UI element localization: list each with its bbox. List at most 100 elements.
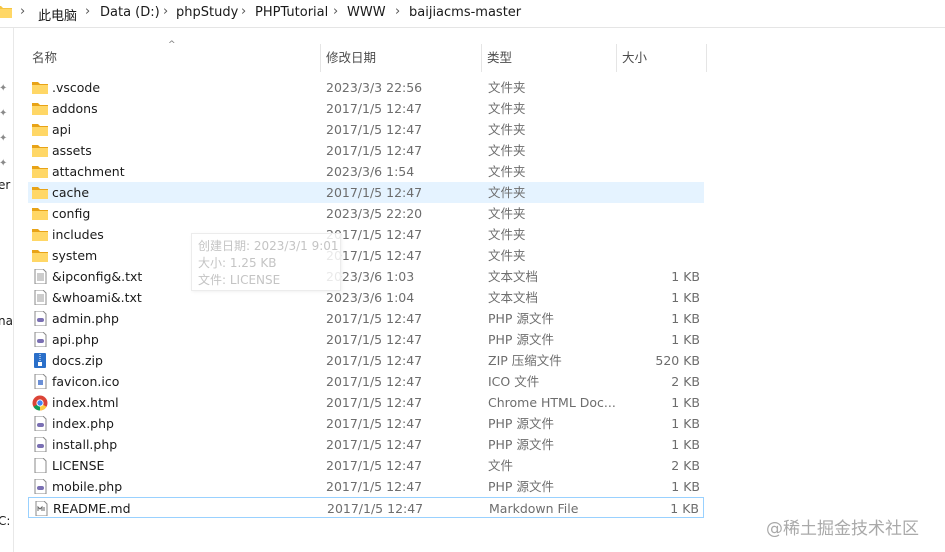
pin-icon[interactable]: ✦ — [0, 159, 9, 169]
file-row[interactable]: index.html 2017/1/5 12:47 Chrome HTML Doc.… — [28, 392, 704, 413]
text-file-icon — [32, 268, 48, 285]
file-row[interactable]: README.md 2017/1/5 12:47 Markdown File 1 KB — [28, 497, 704, 518]
file-type: 文件夹 — [488, 206, 526, 221]
file-row[interactable]: &ipconfig&.txt 2023/3/6 1:03 文本文档 1 KB — [28, 266, 704, 287]
file-size — [620, 161, 700, 182]
file-size: 2 KB — [671, 458, 700, 473]
file-row[interactable]: api.php 2017/1/5 12:47 PHP 源文件 1 KB — [28, 329, 704, 350]
file-name: config — [52, 206, 91, 221]
file-row[interactable]: &whoami&.txt 2023/3/6 1:04 文本文档 1 KB — [28, 287, 704, 308]
breadcrumb-phptutorial[interactable]: PHPTutorial — [255, 5, 328, 20]
column-divider[interactable] — [616, 44, 617, 72]
file-modified-date: 2017/1/5 12:47 — [326, 416, 423, 431]
column-divider[interactable] — [320, 44, 321, 72]
file-row[interactable]: admin.php 2017/1/5 12:47 PHP 源文件 1 KB — [28, 308, 704, 329]
file-row[interactable]: favicon.ico 2017/1/5 12:47 ICO 文件 2 KB — [28, 371, 704, 392]
folder-icon — [32, 248, 48, 263]
chrome-icon — [32, 395, 48, 411]
breadcrumb-chevron-icon: › — [333, 4, 339, 19]
breadcrumb-chevron-icon: › — [20, 4, 26, 19]
file-size — [620, 224, 700, 245]
file-name: admin.php — [52, 311, 119, 326]
breadcrumb-baijiacms-master[interactable]: baijiacms-master — [409, 5, 521, 20]
pin-icon[interactable]: ✦ — [0, 84, 9, 94]
file-modified-date: 2017/1/5 12:47 — [326, 185, 423, 200]
column-divider[interactable] — [706, 44, 707, 72]
file-size — [620, 77, 700, 98]
column-header-type[interactable]: 类型 — [483, 44, 615, 72]
file-row[interactable]: .vscode 2023/3/3 22:56 文件夹 — [28, 77, 704, 98]
breadcrumb-data-drive[interactable]: Data (D:) — [100, 5, 160, 20]
php-file-icon — [32, 478, 48, 495]
php-file-icon — [32, 436, 48, 453]
file-size — [620, 245, 700, 266]
nav-item-partial[interactable]: na — [0, 314, 13, 328]
file-size: 520 KB — [655, 353, 700, 368]
pin-icon[interactable]: ✦ — [0, 109, 9, 119]
file-name: system — [52, 248, 98, 263]
file-type: PHP 源文件 — [488, 311, 554, 326]
folder-icon — [32, 185, 48, 200]
address-bar[interactable]: › 此电脑 › Data (D:) › phpStudy › PHPTutori… — [0, 0, 945, 28]
file-row[interactable]: addons 2017/1/5 12:47 文件夹 — [28, 98, 704, 119]
folder-icon — [32, 164, 48, 179]
file-modified-date: 2017/1/5 12:47 — [326, 122, 423, 137]
file-name: addons — [52, 101, 98, 116]
file-row[interactable]: install.php 2017/1/5 12:47 PHP 源文件 1 KB — [28, 434, 704, 455]
breadcrumb-chevron-icon: › — [85, 4, 91, 19]
folder-icon — [32, 206, 48, 221]
column-header-size[interactable]: 大小 — [618, 44, 706, 72]
file-row[interactable]: system 2017/1/5 12:47 文件夹 — [28, 245, 704, 266]
column-divider[interactable] — [481, 44, 482, 72]
file-type: 文本文档 — [488, 269, 539, 284]
breadcrumb-this-pc[interactable]: 此电脑 — [38, 5, 77, 24]
file-row[interactable]: mobile.php 2017/1/5 12:47 PHP 源文件 1 KB — [28, 476, 704, 497]
file-row[interactable]: config 2023/3/5 22:20 文件夹 — [28, 203, 704, 224]
file-name: &ipconfig&.txt — [52, 269, 143, 284]
column-header-name[interactable]: 名称 — [28, 44, 318, 72]
file-modified-date: 2017/1/5 12:47 — [326, 437, 423, 452]
file-size — [620, 182, 700, 203]
file-row[interactable]: attachment 2023/3/6 1:54 文件夹 — [28, 161, 704, 182]
file-size: 1 KB — [671, 479, 700, 494]
file-modified-date: 2023/3/3 22:56 — [326, 80, 423, 95]
folder-icon — [32, 80, 48, 95]
file-modified-date: 2017/1/5 12:47 — [326, 353, 423, 368]
file-row[interactable]: includes 2017/1/5 12:47 文件夹 — [28, 224, 704, 245]
nav-item-partial[interactable]: C: — [0, 514, 10, 528]
column-header-date[interactable]: 修改日期 — [322, 44, 480, 72]
nav-item-partial[interactable]: er — [0, 178, 10, 192]
file-modified-date: 2017/1/5 12:47 — [326, 101, 423, 116]
file-row[interactable]: docs.zip 2017/1/5 12:47 ZIP 压缩文件 520 KB — [28, 350, 704, 371]
file-size: 2 KB — [671, 374, 700, 389]
file-row[interactable]: LICENSE 2017/1/5 12:47 文件 2 KB — [28, 455, 704, 476]
breadcrumb-chevron-icon: › — [163, 4, 169, 19]
file-type: PHP 源文件 — [488, 437, 554, 452]
breadcrumb-www[interactable]: WWW — [347, 5, 386, 20]
file-modified-date: 2017/1/5 12:47 — [326, 479, 423, 494]
file-size: 1 KB — [671, 416, 700, 431]
file-type: ICO 文件 — [488, 374, 540, 389]
file-modified-date: 2017/1/5 12:47 — [326, 311, 423, 326]
file-name: api.php — [52, 332, 99, 347]
file-type: 文件夹 — [488, 227, 526, 242]
tooltip-files: 文件: LICENSE — [198, 273, 281, 287]
file-type: 文件夹 — [488, 248, 526, 263]
file-modified-date: 2023/3/6 1:54 — [326, 164, 415, 179]
file-row[interactable]: assets 2017/1/5 12:47 文件夹 — [28, 140, 704, 161]
file-modified-date: 2017/1/5 12:47 — [326, 374, 423, 389]
navigation-pane[interactable]: ✦ ✦ ✦ ✦ er na C: — [0, 28, 14, 552]
file-row[interactable]: cache 2017/1/5 12:47 文件夹 — [28, 182, 704, 203]
tooltip-size: 大小: 1.25 KB — [198, 256, 277, 270]
file-type: 文件夹 — [488, 143, 526, 158]
pin-icon[interactable]: ✦ — [0, 134, 9, 144]
ico-file-icon — [32, 373, 48, 390]
file-type: PHP 源文件 — [488, 479, 554, 494]
file-row[interactable]: index.php 2017/1/5 12:47 PHP 源文件 1 KB — [28, 413, 704, 434]
breadcrumb-phpstudy[interactable]: phpStudy — [176, 5, 238, 20]
file-row[interactable]: api 2017/1/5 12:47 文件夹 — [28, 119, 704, 140]
file-name: index.php — [52, 416, 114, 431]
file-modified-date: 2017/1/5 12:47 — [327, 501, 424, 516]
file-name: assets — [52, 143, 92, 158]
file-size: 1 KB — [670, 501, 699, 516]
